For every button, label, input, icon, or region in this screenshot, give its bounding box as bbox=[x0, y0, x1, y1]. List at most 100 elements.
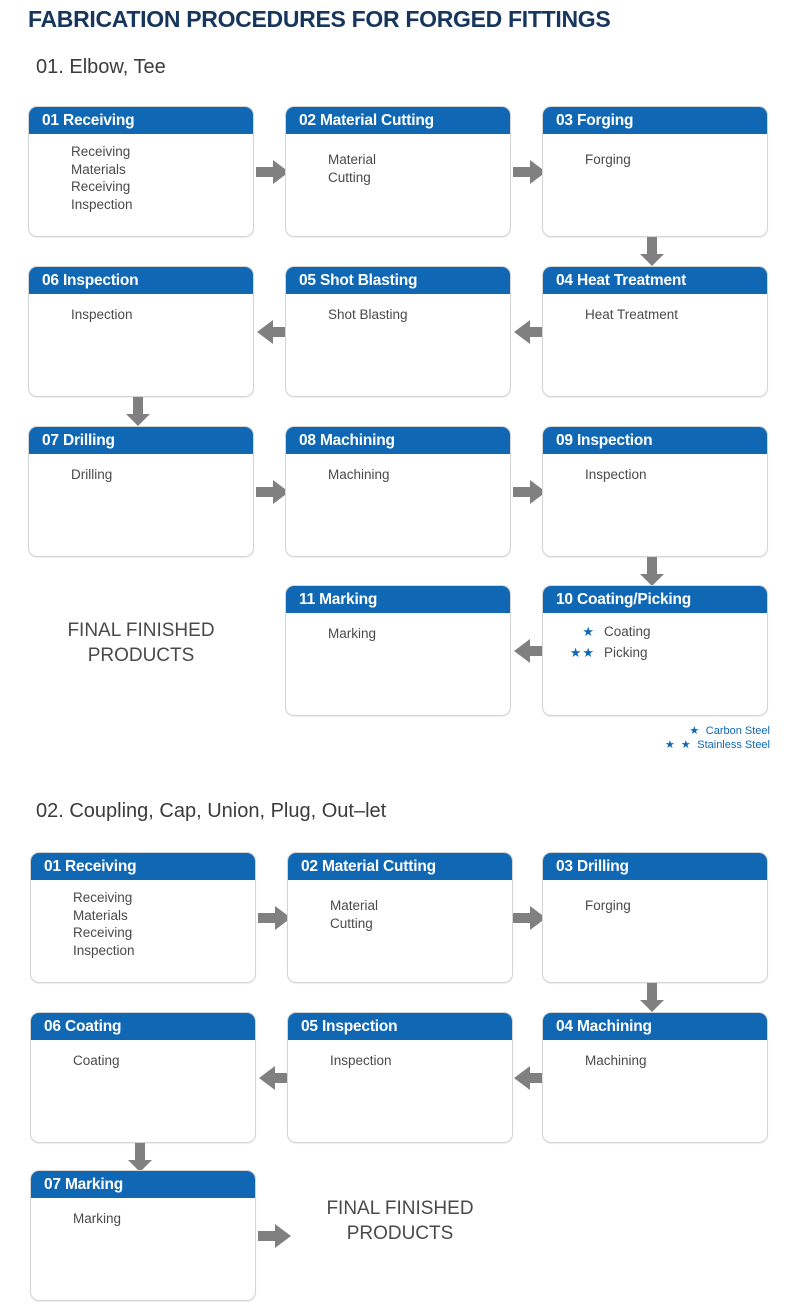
process-box-s2-05[interactable]: 05 Inspection Inspection bbox=[287, 1012, 513, 1143]
body-line: Inspection bbox=[585, 467, 647, 482]
process-box-body: Heat Treatment bbox=[543, 294, 767, 324]
process-box-header: 06 Coating bbox=[31, 1013, 255, 1040]
process-box-body: Receiving Materials Receiving Inspection bbox=[29, 134, 253, 213]
process-box-header: 07 Drilling bbox=[29, 427, 253, 454]
process-box-body: Marking bbox=[31, 1198, 255, 1228]
process-box-s1-01[interactable]: 01 Receiving Receiving Materials Receivi… bbox=[28, 106, 254, 237]
body-line: Inspection bbox=[330, 1053, 392, 1068]
process-box-body: Inspection bbox=[288, 1040, 512, 1070]
process-box-body: Inspection bbox=[29, 294, 253, 324]
process-box-s1-03[interactable]: 03 Forging Forging bbox=[542, 106, 768, 237]
arrow-down-icon bbox=[638, 983, 666, 1013]
section-title-2: 02. Coupling, Cap, Union, Plug, Out–let bbox=[36, 800, 387, 822]
arrow-down-icon bbox=[126, 1143, 154, 1173]
body-line: Materials bbox=[73, 907, 128, 923]
process-box-s2-02[interactable]: 02 Material Cutting Material Cutting bbox=[287, 852, 513, 983]
arrow-down-icon bbox=[638, 557, 666, 587]
process-box-header: 01 Receiving bbox=[31, 853, 255, 880]
process-box-body: Forging bbox=[543, 134, 767, 169]
body-line: Cutting bbox=[328, 169, 371, 185]
body-line: Receiving bbox=[73, 890, 133, 905]
process-box-header: 05 Inspection bbox=[288, 1013, 512, 1040]
process-box-s2-03[interactable]: 03 Drilling Forging bbox=[542, 852, 768, 983]
body-line: Machining bbox=[585, 1053, 647, 1068]
arrow-down-icon bbox=[638, 237, 666, 267]
process-box-s1-02[interactable]: 02 Material Cutting Material Cutting bbox=[285, 106, 511, 237]
body-line: Material bbox=[330, 898, 379, 913]
process-box-body: Receiving Materials Receiving Inspection bbox=[31, 880, 255, 959]
legend-item-carbon-steel: ★ Carbon Steel bbox=[610, 724, 770, 738]
process-box-header: 08 Machining bbox=[286, 427, 510, 454]
star-line-label: Picking bbox=[604, 644, 648, 660]
legend: ★ Carbon Steel ★ ★ Stainless Steel bbox=[610, 724, 770, 752]
process-box-s1-10[interactable]: 10 Coating/Picking ★ Coating ★★ Picking bbox=[542, 585, 768, 716]
final-products-label-1: FINAL FINISHED PRODUCTS bbox=[67, 620, 215, 666]
process-box-body: ★ Coating ★★ Picking bbox=[543, 613, 767, 661]
process-box-s2-07[interactable]: 07 Marking Marking bbox=[30, 1170, 256, 1301]
body-line: Forging bbox=[585, 898, 631, 913]
process-box-s2-06[interactable]: 06 Coating Coating bbox=[30, 1012, 256, 1143]
body-line: Material bbox=[328, 152, 377, 167]
process-box-body: Shot Blasting bbox=[286, 294, 510, 324]
body-line: Forging bbox=[585, 152, 631, 167]
final-products-label-2: FINAL FINISHED PRODUCTS bbox=[326, 1198, 474, 1244]
process-box-body: Machining bbox=[543, 1040, 767, 1070]
process-box-s1-11[interactable]: 11 Marking Marking bbox=[285, 585, 511, 716]
body-line: Marking bbox=[328, 626, 377, 641]
body-line: Inspection bbox=[71, 196, 133, 212]
process-box-s1-08[interactable]: 08 Machining Machining bbox=[285, 426, 511, 557]
process-box-s1-07[interactable]: 07 Drilling Drilling bbox=[28, 426, 254, 557]
body-line: Coating bbox=[73, 1053, 120, 1068]
star-body-line: ★★ Picking bbox=[555, 644, 757, 662]
process-box-header: 03 Drilling bbox=[543, 853, 767, 880]
star-icon: ★ bbox=[582, 624, 595, 639]
legend-item-stainless-steel: ★ ★ Stainless Steel bbox=[610, 738, 770, 752]
process-box-body: Drilling bbox=[29, 454, 253, 484]
body-line: Inspection bbox=[71, 307, 133, 322]
star-icon: ★★ bbox=[569, 644, 595, 660]
body-line: Shot Blasting bbox=[328, 307, 408, 322]
process-box-header: 07 Marking bbox=[31, 1171, 255, 1198]
process-box-header: 11 Marking bbox=[286, 586, 510, 613]
process-box-header: 04 Machining bbox=[543, 1013, 767, 1040]
process-box-body: Inspection bbox=[543, 454, 767, 484]
process-box-body: Forging bbox=[543, 880, 767, 915]
process-box-s1-05[interactable]: 05 Shot Blasting Shot Blasting bbox=[285, 266, 511, 397]
body-line: Cutting bbox=[330, 915, 373, 931]
body-line: Heat Treatment bbox=[585, 307, 679, 322]
section-title-1: 01. Elbow, Tee bbox=[36, 56, 166, 78]
process-box-header: 09 Inspection bbox=[543, 427, 767, 454]
process-box-header: 05 Shot Blasting bbox=[286, 267, 510, 294]
body-line: Materials bbox=[71, 161, 126, 177]
body-line: Receiving bbox=[73, 925, 133, 940]
process-box-s1-09[interactable]: 09 Inspection Inspection bbox=[542, 426, 768, 557]
body-line: Receiving bbox=[71, 179, 131, 194]
process-box-s1-04[interactable]: 04 Heat Treatment Heat Treatment bbox=[542, 266, 768, 397]
process-box-body: Machining bbox=[286, 454, 510, 484]
star-body-line: ★ Coating bbox=[555, 623, 757, 641]
process-box-header: 01 Receiving bbox=[29, 107, 253, 134]
process-box-header: 06 Inspection bbox=[29, 267, 253, 294]
process-box-body: Material Cutting bbox=[286, 134, 510, 186]
process-box-header: 03 Forging bbox=[543, 107, 767, 134]
arrow-down-icon bbox=[124, 397, 152, 427]
process-box-body: Coating bbox=[31, 1040, 255, 1070]
process-box-s2-04[interactable]: 04 Machining Machining bbox=[542, 1012, 768, 1143]
page-title: FABRICATION PROCEDURES FOR FORGED FITTIN… bbox=[28, 6, 611, 32]
process-box-header: 04 Heat Treatment bbox=[543, 267, 767, 294]
star-icon: ★ bbox=[689, 725, 701, 737]
process-box-body: Marking bbox=[286, 613, 510, 643]
process-box-header: 02 Material Cutting bbox=[288, 853, 512, 880]
process-box-s2-01[interactable]: 01 Receiving Receiving Materials Receivi… bbox=[30, 852, 256, 983]
body-line: Drilling bbox=[71, 467, 113, 482]
process-box-header: 10 Coating/Picking bbox=[543, 586, 767, 613]
process-box-body: Material Cutting bbox=[288, 880, 512, 932]
process-box-s1-06[interactable]: 06 Inspection Inspection bbox=[28, 266, 254, 397]
legend-label: Carbon Steel bbox=[705, 725, 770, 737]
process-box-header: 02 Material Cutting bbox=[286, 107, 510, 134]
legend-label: Stainless Steel bbox=[697, 739, 770, 751]
body-line: Machining bbox=[328, 467, 390, 482]
body-line: Marking bbox=[73, 1211, 122, 1226]
body-line: Inspection bbox=[73, 942, 135, 958]
star-icon: ★ ★ bbox=[664, 739, 693, 751]
